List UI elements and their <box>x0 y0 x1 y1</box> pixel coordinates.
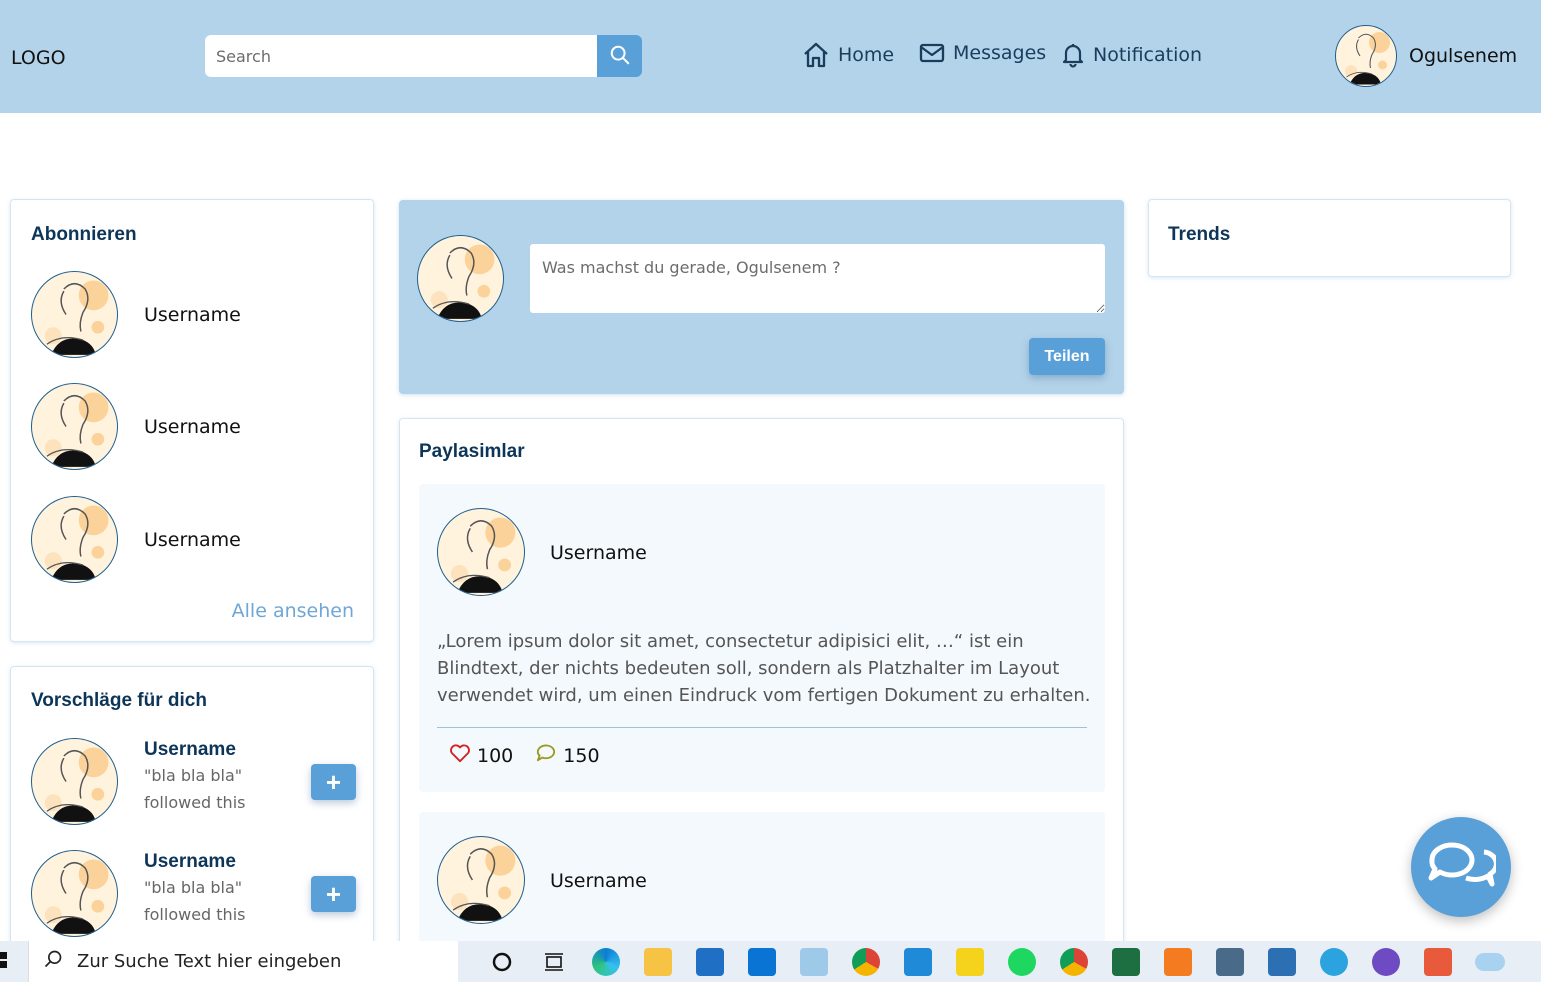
posts-card: Paylasimlar Username „Lorem ipsum dolor … <box>399 418 1124 959</box>
bell-icon <box>1061 42 1085 68</box>
excel-icon[interactable] <box>1100 941 1152 982</box>
like-count: 100 <box>477 744 514 767</box>
nav-messages-label: Messages <box>953 42 1047 64</box>
username[interactable]: Username <box>550 870 647 892</box>
photos-icon[interactable] <box>1256 941 1308 982</box>
avatar <box>31 496 118 583</box>
spotify-icon[interactable] <box>996 941 1048 982</box>
username[interactable]: Username <box>550 542 647 564</box>
username[interactable]: Username <box>144 850 245 874</box>
suggestions-card: Vorschläge für dich Username "bla bla bl… <box>10 666 374 956</box>
trends-card: Trends <box>1148 199 1511 277</box>
comment-icon <box>535 743 557 768</box>
home-icon <box>802 42 830 68</box>
search-input[interactable] <box>205 35 597 77</box>
github-icon[interactable] <box>1360 941 1412 982</box>
post-composer: Teilen <box>399 200 1124 394</box>
avatar[interactable] <box>437 508 525 596</box>
follow-button[interactable]: + <box>311 764 356 800</box>
profile-name: Ogulsenem <box>1409 45 1518 67</box>
suggestion-subtitle: followed this <box>144 905 246 924</box>
search-button[interactable] <box>597 35 642 77</box>
avatar[interactable] <box>31 738 118 825</box>
taskbar: Zur Suche Text hier eingeben <box>0 941 1541 982</box>
nav-messages[interactable]: Messages <box>919 42 1046 64</box>
list-item[interactable]: Username <box>31 496 241 583</box>
list-item: Username "bla bla bla" followed this + <box>31 850 356 937</box>
post-text: „Lorem ipsum dolor sit amet, consectetur… <box>437 631 1091 706</box>
nav-home-label: Home <box>838 44 895 66</box>
taskbar-search-placeholder: Zur Suche Text hier eingeben <box>77 951 342 972</box>
suggestions-title: Vorschläge für dich <box>31 690 207 711</box>
logo[interactable]: LOGO <box>11 47 66 69</box>
search-bar <box>205 35 642 77</box>
follow-button[interactable]: + <box>311 876 356 912</box>
list-item[interactable]: Username <box>31 383 241 470</box>
list-item[interactable]: Username <box>31 271 241 358</box>
chat-bubbles-icon <box>1426 838 1499 897</box>
comment-button[interactable]: 150 <box>535 743 600 768</box>
start-button[interactable] <box>0 941 28 982</box>
cortana-icon[interactable] <box>476 941 528 982</box>
network-icon[interactable] <box>1204 941 1256 982</box>
chrome-profile-icon[interactable] <box>1048 941 1100 982</box>
share-button[interactable]: Teilen <box>1029 338 1105 375</box>
avatar <box>31 271 118 358</box>
top-navbar: LOGO Home Messages Notification Ogulsene… <box>0 0 1541 113</box>
chrome-icon[interactable] <box>840 941 892 982</box>
suggestion-subtitle: followed this <box>144 793 246 812</box>
suggestion-quote: "bla bla bla" <box>144 878 243 897</box>
subscriptions-title: Abonnieren <box>31 224 137 245</box>
suggestion-text: Username "bla bla bla" followed this <box>144 738 245 816</box>
nav-home[interactable]: Home <box>802 42 894 68</box>
snipping-icon[interactable] <box>1412 941 1464 982</box>
avatar[interactable] <box>437 836 525 924</box>
avatar[interactable] <box>31 850 118 937</box>
file-explorer-icon[interactable] <box>632 941 684 982</box>
avatar <box>1335 25 1397 87</box>
posts-title: Paylasimlar <box>419 441 525 462</box>
chat-button[interactable] <box>1411 817 1511 917</box>
subscriptions-card: Abonnieren Username Username Username Al… <box>10 199 374 642</box>
heart-icon <box>449 743 471 768</box>
post: Username <box>419 812 1105 959</box>
notepad-icon[interactable] <box>788 941 840 982</box>
windows-icon <box>0 950 8 974</box>
player-icon[interactable] <box>944 941 996 982</box>
post-textarea[interactable] <box>530 244 1105 313</box>
onedrive-icon[interactable] <box>1464 941 1516 982</box>
telegram-icon[interactable] <box>1308 941 1360 982</box>
avatar <box>31 383 118 470</box>
username: Username <box>144 528 241 551</box>
comment-count: 150 <box>563 744 600 767</box>
username: Username <box>144 303 241 326</box>
nav-notification[interactable]: Notification <box>1061 42 1202 68</box>
nav-notification-label: Notification <box>1093 44 1203 66</box>
trends-title: Trends <box>1168 224 1231 245</box>
outlook-icon[interactable] <box>736 941 788 982</box>
divider <box>437 727 1087 728</box>
suggestion-text: Username "bla bla bla" followed this <box>144 850 245 928</box>
post-stats: 100 150 <box>449 743 622 768</box>
taskbar-search[interactable]: Zur Suche Text hier eingeben <box>28 941 458 982</box>
envelope-icon <box>919 42 945 64</box>
post: Username „Lorem ipsum dolor sit amet, co… <box>419 484 1105 792</box>
task-view-icon[interactable] <box>528 941 580 982</box>
username: Username <box>144 415 241 438</box>
username[interactable]: Username <box>144 738 245 762</box>
mail-icon[interactable] <box>684 941 736 982</box>
list-item: Username "bla bla bla" followed this + <box>31 738 356 825</box>
suggestion-quote: "bla bla bla" <box>144 766 243 785</box>
taskbar-apps <box>476 941 1516 982</box>
search-icon <box>609 44 631 69</box>
profile-menu[interactable]: Ogulsenem <box>1335 25 1517 87</box>
search-icon <box>43 949 63 974</box>
xampp-icon[interactable] <box>1152 941 1204 982</box>
avatar <box>417 235 504 322</box>
vscode-icon[interactable] <box>892 941 944 982</box>
see-all-link[interactable]: Alle ansehen <box>232 600 354 622</box>
like-button[interactable]: 100 <box>449 743 513 768</box>
edge-icon[interactable] <box>580 941 632 982</box>
